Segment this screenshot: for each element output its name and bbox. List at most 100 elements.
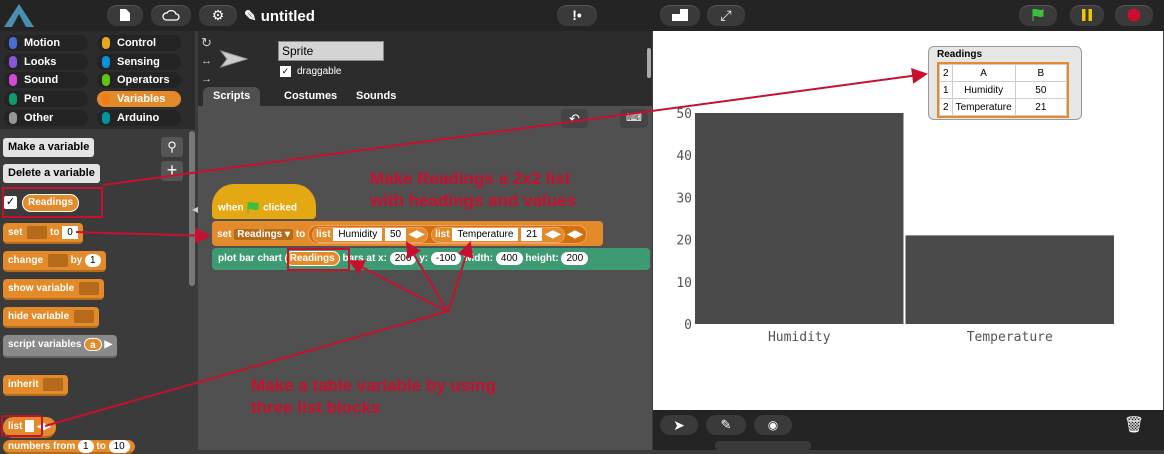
search-icon[interactable]: ⚲	[161, 137, 183, 157]
turtle-arrow-icon: ➤	[673, 417, 685, 433]
table-row: 1 Humidity 50	[939, 81, 1068, 99]
category-control[interactable]: Control	[97, 35, 181, 51]
paint-button[interactable]: ✎	[706, 415, 746, 435]
set-variable-block[interactable]: set to 0	[3, 223, 83, 244]
show-variable-block[interactable]: show variable	[3, 279, 104, 300]
add-icon[interactable]: +	[161, 161, 183, 181]
category-operators[interactable]: Operators	[97, 72, 181, 89]
add-turtle-button[interactable]: ➤	[660, 415, 698, 435]
green-flag-icon	[247, 201, 259, 214]
variable-dropdown[interactable]	[78, 281, 99, 295]
variable-dropdown[interactable]	[27, 225, 48, 239]
make-variable-button[interactable]: Make a variable	[3, 138, 95, 157]
no-rotate-icon[interactable]: →	[201, 73, 212, 85]
script-variables-block[interactable]: script variables a ▶	[3, 335, 118, 358]
bar-chart: Humidity Temperature 0 10 20 30 40 50	[676, 107, 1114, 345]
category-color-icon	[102, 74, 110, 87]
when-flag-clicked-block[interactable]: when clicked	[212, 184, 316, 219]
watcher-title: Readings	[937, 49, 983, 60]
settings-button[interactable]: ⚙	[199, 5, 237, 26]
category-color-icon	[102, 111, 110, 124]
tab-sounds[interactable]: Sounds	[346, 87, 406, 106]
readings-table: 2AB 1 Humidity 50 2 Temperature 21	[939, 64, 1068, 116]
flip-icon[interactable]: ↔	[201, 55, 212, 67]
file-icon	[120, 9, 130, 21]
chart-x-tick-label: Humidity	[768, 330, 831, 345]
exclamation-icon: !•	[572, 7, 582, 23]
numbers-from-block[interactable]: numbers from 1 to 10	[3, 440, 135, 454]
sprite-corral-item[interactable]	[715, 441, 811, 450]
tab-costumes[interactable]: Costumes	[274, 87, 347, 106]
hide-variable-block[interactable]: hide variable	[3, 307, 99, 328]
annotation-2x2-line1: Make Readings a 2x2 list	[370, 169, 571, 188]
chart-bar	[695, 113, 904, 324]
category-looks[interactable]: Looks	[4, 53, 88, 70]
category-arduino[interactable]: Arduino	[97, 109, 181, 126]
annotation-table-line2: three list blocks	[251, 398, 381, 417]
inherit-block[interactable]: inherit	[3, 375, 69, 396]
plot-bar-chart-block[interactable]: plot bar chart Readings bars at x: 200 y…	[212, 248, 650, 270]
annotation-2x2-line2: with headings and values	[370, 191, 576, 210]
gear-icon: ⚙	[211, 7, 225, 23]
stage[interactable]: Humidity Temperature 0 10 20 30 40 50	[653, 31, 1163, 410]
category-variables[interactable]: Variables	[97, 91, 181, 108]
rotate-icon[interactable]: ↻	[201, 35, 212, 51]
pause-button[interactable]	[1070, 5, 1104, 26]
category-color-icon	[102, 37, 110, 49]
chart-y-tick-label: 0	[684, 318, 692, 333]
variable-dropdown[interactable]	[47, 253, 68, 267]
category-other[interactable]: Other	[4, 109, 88, 126]
set-value-input[interactable]: 0	[62, 225, 78, 239]
file-button[interactable]	[107, 5, 143, 26]
camera-icon: ◉	[767, 418, 779, 432]
category-motion[interactable]: Motion	[4, 35, 88, 51]
set-readings-block[interactable]: set Readings ▾ to list Humidity 50 ◀▶ li…	[212, 221, 603, 246]
cloud-icon	[162, 9, 180, 21]
delete-variable-button[interactable]: Delete a variable	[3, 164, 100, 183]
readings-table-watcher[interactable]: Readings 2AB 1 Humidity 50 2 Temperature 21	[928, 46, 1082, 120]
list-humidity-block[interactable]: list Humidity 50 ◀▶	[312, 226, 429, 243]
chart-x-tick-label: Temperature	[967, 330, 1053, 345]
category-pen[interactable]: Pen	[4, 91, 88, 108]
arrow-right-icon[interactable]: ▶	[105, 339, 113, 350]
sprite-arrow-icon[interactable]	[219, 49, 249, 69]
tab-scripts[interactable]: Scripts	[203, 87, 261, 106]
highlight-box-variable	[2, 187, 103, 218]
chart-y-tick-label: 40	[676, 149, 692, 164]
category-color-icon	[102, 55, 110, 68]
variable-dropdown[interactable]	[43, 377, 64, 391]
list-temperature-block[interactable]: list Temperature 21 ◀▶	[431, 226, 565, 243]
project-title: ✎ untitled	[244, 8, 315, 25]
sprite-name-input[interactable]: Sprite	[278, 41, 384, 61]
green-flag-button[interactable]	[1019, 5, 1057, 26]
cloud-button[interactable]	[151, 5, 191, 26]
camera-button[interactable]: ◉	[754, 415, 792, 435]
category-sound[interactable]: Sound	[4, 72, 88, 89]
category-color-icon	[9, 111, 17, 124]
category-sensing[interactable]: Sensing	[97, 53, 181, 70]
normal-stage-icon	[672, 9, 688, 21]
variable-dropdown[interactable]: Readings ▾	[234, 229, 294, 240]
stop-button[interactable]	[1115, 5, 1153, 26]
sprite-bar-handle[interactable]	[647, 48, 651, 78]
change-value-input[interactable]: 1	[85, 253, 101, 267]
stage-size-button[interactable]	[660, 5, 700, 26]
list-outer-block[interactable]: list Humidity 50 ◀▶ list Temperature 21 …	[308, 225, 587, 244]
presentation-mode-button[interactable]: ⤢	[707, 5, 745, 26]
category-color-icon	[9, 55, 17, 68]
table-row: 2 Temperature 21	[939, 98, 1068, 116]
brush-icon: ✎	[720, 417, 732, 432]
chart-y-tick-label: 10	[676, 276, 692, 291]
unused-blocks-button[interactable]: !•	[557, 5, 597, 26]
pause-icon	[1082, 9, 1092, 21]
change-variable-block[interactable]: change by 1	[3, 251, 106, 272]
chart-y-tick-label: 30	[676, 191, 692, 206]
undo-icon[interactable]: ↶	[561, 109, 588, 128]
trash-icon[interactable]: 🗑	[1122, 415, 1146, 437]
snap-logo-icon[interactable]	[2, 2, 36, 29]
category-color-icon	[9, 93, 17, 106]
variable-dropdown[interactable]	[73, 309, 94, 323]
keyboard-icon[interactable]: ⌨	[620, 109, 648, 128]
stop-icon	[1127, 8, 1141, 22]
draggable-checkbox[interactable]: ✓	[280, 66, 291, 77]
